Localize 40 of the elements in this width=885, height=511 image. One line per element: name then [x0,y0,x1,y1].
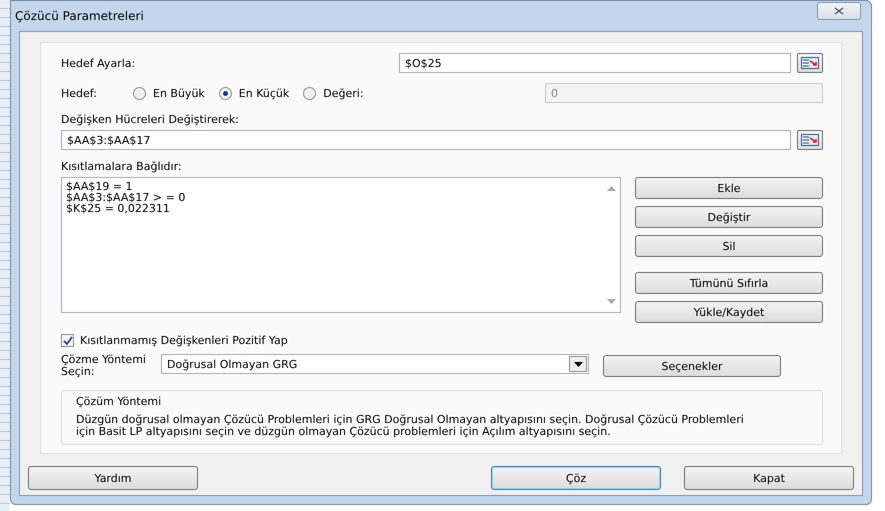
close-icon [834,7,844,15]
constraint-item[interactable]: $AA$19 = 1 [66,181,133,192]
checkbox-label: Kısıtlanmamış Değişkenleri Pozitif Yap [80,334,288,347]
dialog-button[interactable]: Kapat [684,466,854,490]
field-label: Kısıtlamalara Bağlıdır: [61,160,182,173]
close-button[interactable] [817,2,861,20]
field-label: Hedef Ayarla: [61,56,136,70]
checkbox[interactable] [61,334,74,347]
radio-button[interactable] [133,86,146,100]
caret-icon [574,362,582,366]
window-title: Çözücü Parametreleri [15,9,144,23]
constraints-list[interactable]: $AA$19 = 1 $AA$3:$AA$17 > = 0 $K$25 = 0,022311 [61,177,621,313]
checkmark-icon [62,336,72,346]
field-label: Değişken Hücreleri Değiştirerek: [61,113,240,126]
range-picker-button[interactable] [797,53,823,73]
radio-option[interactable]: En Küçük [218,86,290,100]
solving-method-dropdown[interactable]: Doğrusal Olmayan GRG [161,354,589,374]
constraint-item[interactable]: $K$25 = 0,022311 [66,203,170,214]
constraint-action-button[interactable]: Sil [635,235,823,257]
group-title: Çözüm Yöntemi [76,395,162,408]
options-button[interactable]: Seçenekler [603,355,781,377]
objective-cell-field[interactable]: $O$25 [399,53,791,73]
constraint-action-button[interactable]: Değiştir [635,206,823,228]
constraint-item[interactable]: $AA$3:$AA$17 > = 0 [66,192,186,203]
range-select-icon [801,57,819,69]
field-label: Hedef: [61,86,98,100]
radio-option[interactable]: En Büyük [133,86,205,100]
range-picker-button[interactable] [797,130,823,150]
dialog-button[interactable]: Çöz [491,466,661,490]
radio-button[interactable] [218,86,232,100]
constraint-action-button[interactable]: Yükle/Kaydet [635,301,823,323]
field-label: Çözme Yöntemi Seçin: [61,354,147,378]
description-text: Düzgün doğrusal olmayan Çözücü Problemleri için GRG Doğrusal Olmayan altyapısını seçin. Doğrusal Çözücü Problemleri için Basit LP altyapısını seçin ve düzgün olmayan Çözücü problemleri için Açılım altyapısını seçin. [76,414,745,438]
range-select-icon [801,134,819,146]
constraint-action-button[interactable]: Ekle [635,177,823,199]
dialog-button[interactable]: Yardım [28,466,198,490]
radio-button[interactable] [303,86,316,100]
constraint-action-button[interactable]: Tümünü Sıfırla [635,272,823,294]
changing-cells-field[interactable]: $AA$3:$AA$17 [61,130,791,150]
radio-option[interactable]: Değeri: [303,86,364,100]
